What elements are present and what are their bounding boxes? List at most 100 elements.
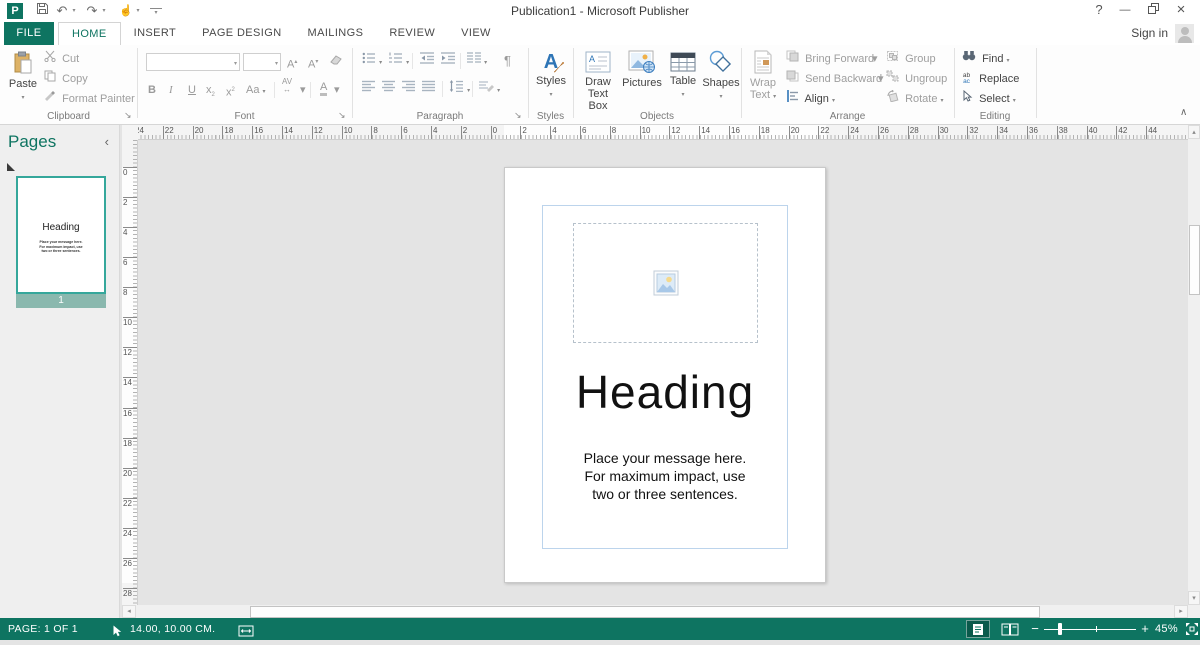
replace-button[interactable]: abac Replace (960, 70, 1019, 88)
page-number-badge[interactable]: 1 (16, 294, 106, 308)
decrease-indent-button[interactable] (420, 52, 435, 70)
heading-text-box[interactable]: Heading (505, 366, 825, 418)
justify-button[interactable] (422, 80, 436, 98)
tab-view[interactable]: VIEW (448, 22, 504, 45)
rotate-button[interactable]: Rotate ▾ (886, 90, 944, 108)
horizontal-scroll-thumb[interactable] (250, 606, 1040, 618)
font-size-combo[interactable]: ▾ (243, 53, 281, 71)
cut-button[interactable]: Cut (44, 50, 79, 68)
tab-file[interactable]: FILE (4, 22, 54, 45)
hruler-label: 22 (818, 126, 829, 139)
format-painter-button[interactable]: Format Painter (44, 90, 135, 108)
bring-forward-button[interactable]: Bring Forward (786, 50, 874, 68)
superscript-button[interactable]: x2 (226, 81, 235, 99)
change-case-button[interactable]: Aa ▾ (246, 81, 266, 99)
columns-button[interactable]: ▾ (467, 52, 487, 70)
tab-insert[interactable]: INSERT (121, 22, 190, 45)
page-thumbnail-1[interactable]: Heading Place your message here.For maxi… (16, 176, 106, 294)
numbering-button[interactable]: ▾ (389, 52, 409, 70)
cursor-position-icon (112, 623, 122, 645)
align-right-button[interactable] (402, 80, 416, 98)
paragraph-dialog-launcher[interactable]: ↘ (514, 109, 522, 121)
hruler-label: 8 (610, 126, 616, 139)
scroll-up-button[interactable]: ▴ (1188, 125, 1200, 139)
tab-mailings[interactable]: MAILINGS (295, 22, 377, 45)
zoom-out-button[interactable]: − (1028, 618, 1042, 640)
object-size-indicator[interactable] (238, 623, 254, 645)
send-backward-icon (786, 70, 799, 88)
two-page-spread-button[interactable] (998, 620, 1022, 638)
grow-font-button[interactable]: A▴ (287, 53, 297, 71)
pictures-button[interactable]: Pictures (620, 49, 664, 109)
font-dialog-launcher[interactable]: ↘ (338, 109, 346, 121)
italic-button[interactable]: I (169, 81, 173, 99)
help-button[interactable]: ? (1086, 0, 1112, 22)
tab-home[interactable]: HOME (58, 22, 121, 45)
bold-button[interactable]: B (148, 81, 156, 99)
underline-button[interactable]: U (188, 81, 196, 99)
draw-text-box-button[interactable]: A DrawText Box (578, 49, 618, 109)
align-button[interactable]: Align ▾ (786, 90, 835, 108)
show-paragraph-marks-button[interactable]: ¶ (504, 52, 511, 70)
zoom-slider-thumb[interactable] (1058, 623, 1062, 635)
fit-page-button[interactable] (1180, 620, 1200, 638)
bring-forward-dropdown[interactable]: ▾ (872, 50, 878, 68)
hruler-label: 4 (431, 126, 437, 139)
picture-placeholder[interactable] (573, 223, 758, 343)
wrap-text-button[interactable]: WrapText ▾ (745, 49, 781, 109)
zoom-in-button[interactable]: + (1138, 618, 1152, 640)
ungroup-button[interactable]: Ungroup (886, 70, 947, 88)
collapse-ribbon-button[interactable]: ∧ (1180, 107, 1187, 119)
body-text-box[interactable]: Place your message here.For maximum impa… (505, 449, 825, 503)
font-color-button[interactable]: A (320, 81, 327, 96)
minimize-button[interactable]: — (1112, 0, 1138, 22)
collapse-pages-panel-button[interactable]: ‹ (105, 134, 109, 149)
font-color-dropdown[interactable]: ▾ (334, 81, 340, 99)
zoom-level[interactable]: 45% (1155, 618, 1178, 640)
select-button[interactable]: Select ▾ (962, 90, 1016, 108)
vruler-label: 26 (123, 558, 137, 568)
shrink-font-button[interactable]: A▾ (308, 53, 318, 71)
increase-indent-button[interactable] (441, 52, 456, 70)
avatar[interactable] (1175, 24, 1194, 43)
paragraph-shading-button[interactable]: ▾ (479, 80, 500, 98)
tab-review[interactable]: REVIEW (376, 22, 448, 45)
sign-in-link[interactable]: Sign in (1131, 22, 1168, 45)
paste-button[interactable]: Paste▾ (5, 49, 41, 109)
publication-page[interactable]: Heading Place your message here.For maxi… (504, 167, 826, 583)
horizontal-scrollbar[interactable]: ◂ ▸ (122, 605, 1188, 618)
single-page-view-button[interactable] (966, 620, 990, 638)
send-backward-dropdown[interactable]: ▾ (878, 70, 884, 88)
ribbon: Paste▾ Cut Copy Format Painter Clipboard… (0, 45, 1200, 125)
vertical-scrollbar[interactable]: ▴ ▾ (1188, 125, 1200, 605)
font-name-combo[interactable]: ▾ (146, 53, 240, 71)
shapes-button[interactable]: Shapes▾ (702, 49, 740, 109)
clipboard-dialog-launcher[interactable]: ↘ (124, 109, 132, 121)
table-button[interactable]: Table▾ (666, 49, 700, 109)
scroll-right-button[interactable]: ▸ (1174, 605, 1188, 618)
scroll-down-button[interactable]: ▾ (1188, 591, 1200, 605)
close-button[interactable]: × (1168, 0, 1194, 22)
scroll-left-button[interactable]: ◂ (122, 605, 136, 618)
align-center-button[interactable] (382, 80, 396, 98)
subscript-button[interactable]: x2 (206, 81, 215, 99)
cursor-coordinates[interactable]: 14.00, 10.00 CM. (130, 618, 215, 640)
two-page-spread-icon (1001, 623, 1019, 636)
group-button[interactable]: Group (886, 50, 936, 68)
align-left-button[interactable] (362, 80, 376, 98)
pages-expander-icon[interactable] (7, 163, 15, 171)
restore-button[interactable] (1140, 0, 1166, 22)
copy-button[interactable]: Copy (44, 70, 88, 88)
line-spacing-button[interactable]: ▾ (449, 80, 470, 98)
character-spacing-dropdown[interactable]: ▾ (300, 81, 306, 99)
send-backward-button[interactable]: Send Backward (786, 70, 882, 88)
styles-button[interactable]: A Styles▾ (532, 49, 570, 109)
bullets-button[interactable]: ▾ (362, 52, 382, 70)
paste-dropdown[interactable]: ▾ (21, 95, 24, 101)
find-button[interactable]: Find ▾ (962, 50, 1010, 68)
tab-page-design[interactable]: PAGE DESIGN (189, 22, 294, 45)
vertical-scroll-thumb[interactable] (1189, 225, 1200, 295)
clear-formatting-button[interactable] (330, 53, 343, 71)
page-indicator[interactable]: PAGE: 1 OF 1 (8, 618, 78, 640)
character-spacing-button[interactable]: AV↔ (282, 78, 292, 96)
